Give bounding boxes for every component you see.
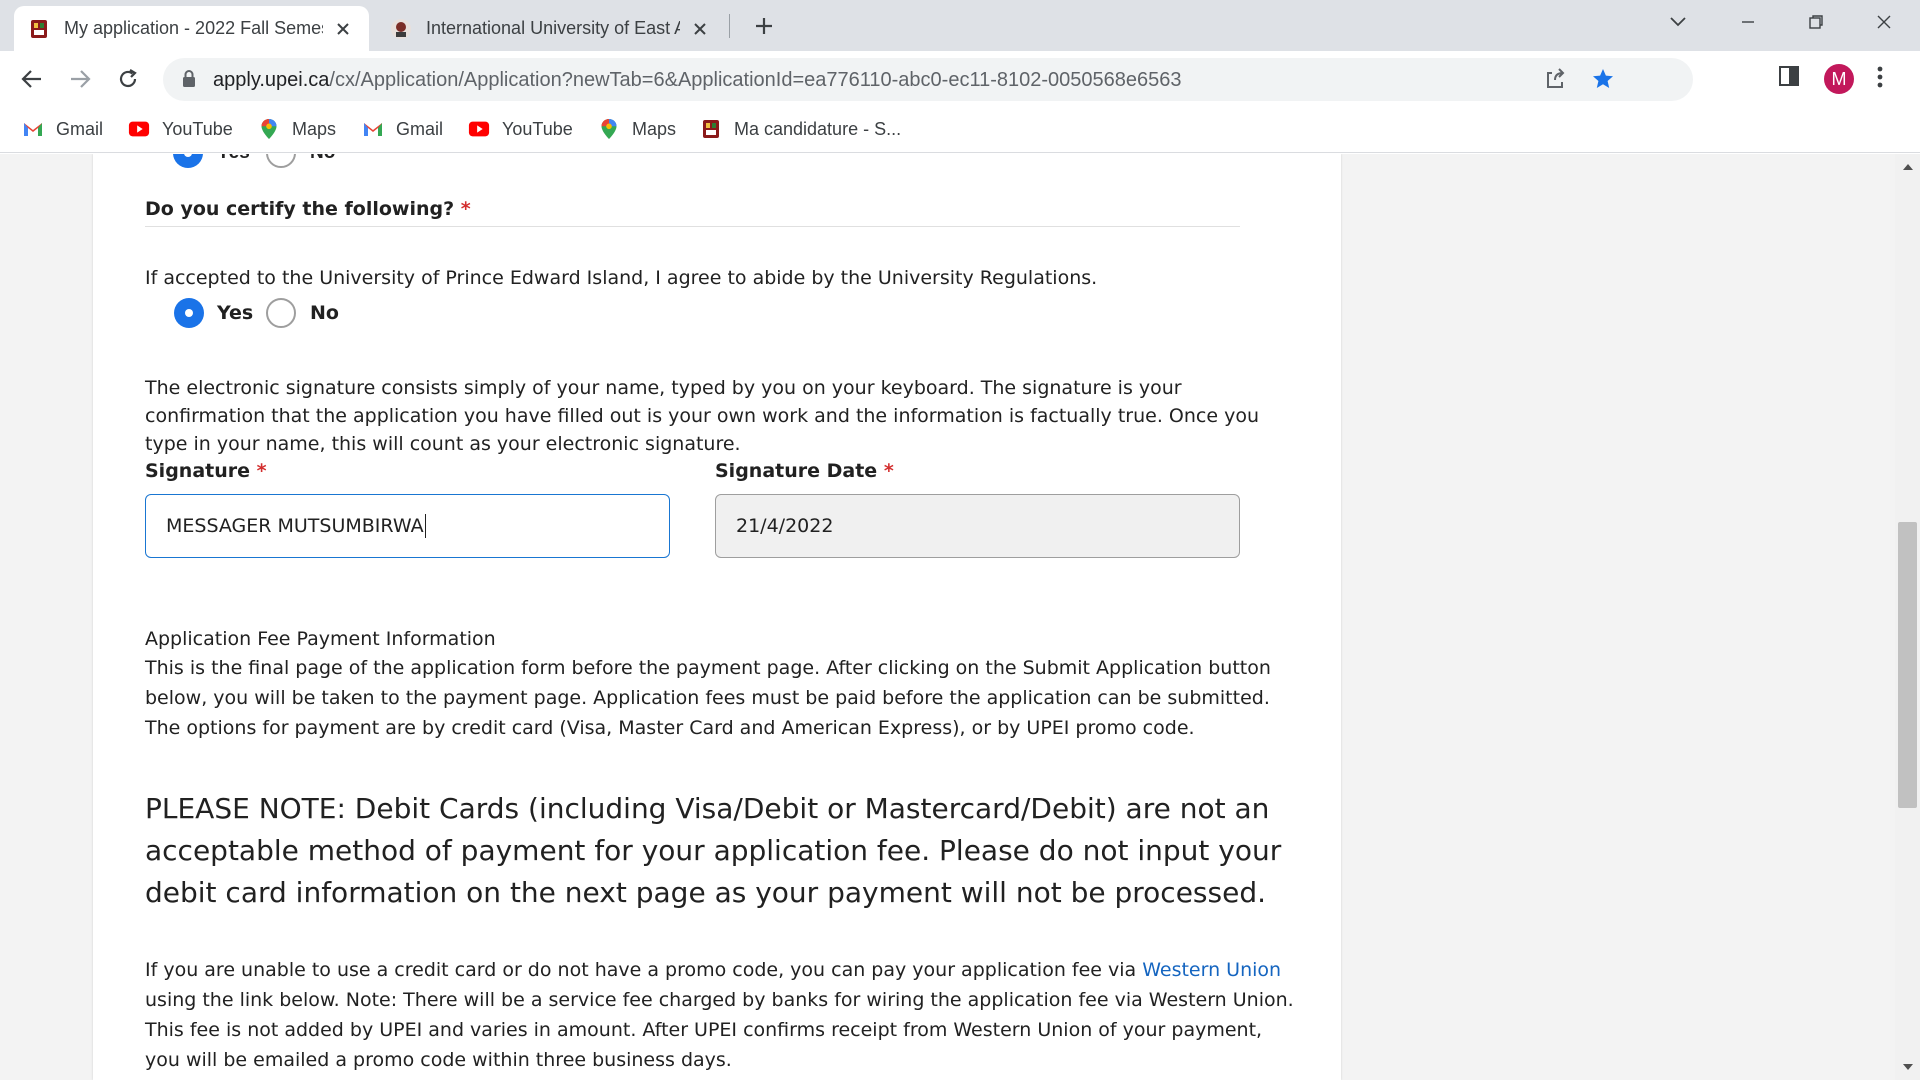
fee-body: This is the final page of the applicatio… <box>145 657 1271 739</box>
minimize-button[interactable] <box>1726 6 1770 38</box>
signature-description: The electronic signature consists simply… <box>145 377 1259 455</box>
signature-date-label-text: Signature Date <box>715 460 878 482</box>
bookmark-label: Maps <box>292 118 337 139</box>
western-union-link[interactable]: Western Union <box>1142 959 1281 981</box>
form-card <box>93 154 1341 1080</box>
bookmark-label: Gmail <box>56 118 104 139</box>
close-icon <box>1877 15 1891 29</box>
signature-date-field: 21/4/2022 <box>715 494 1240 558</box>
reload-icon <box>119 69 137 88</box>
bookmark-label: YouTube <box>502 118 573 139</box>
more-menu-icon[interactable] <box>1876 65 1884 94</box>
required-asterisk: * <box>460 198 471 220</box>
chevron-down-icon <box>1670 17 1686 27</box>
bookmark-youtube[interactable]: YouTube <box>128 116 233 142</box>
side-panel-icon[interactable] <box>1778 65 1800 92</box>
page-scrollbar[interactable] <box>1895 154 1920 1080</box>
page-viewport: Yes No Do you certify the following? * I… <box>0 154 1920 1080</box>
lock-icon[interactable] <box>181 69 197 94</box>
scrollbar-thumb[interactable] <box>1898 522 1917 808</box>
bookmark-label: Maps <box>632 118 677 139</box>
restore-icon <box>1809 15 1823 29</box>
tab-title: International University of East Af <box>426 18 680 38</box>
bookmark-label: Ma candidature - S... <box>734 118 902 139</box>
tab-international-university[interactable]: International University of East Af <box>376 6 726 51</box>
western-union-paragraph: If you are unable to use a credit card o… <box>145 955 1295 1075</box>
close-tab-icon[interactable] <box>331 17 355 41</box>
certify-title-text: Do you certify the following? <box>145 198 455 220</box>
signature-input-value: MESSAGER MUTSUMBIRWA <box>166 515 424 537</box>
bookmark-gmail[interactable]: Gmail <box>362 116 443 142</box>
forward-button[interactable] <box>64 63 96 95</box>
back-arrow-icon <box>21 70 41 88</box>
debit-card-warning: PLEASE NOTE: Debit Cards (including Visa… <box>145 792 1282 909</box>
bookmark-label: YouTube <box>162 118 233 139</box>
certify-question-title: Do you certify the following? * <box>145 198 471 220</box>
university-logo-icon <box>390 18 412 40</box>
signature-date-value: 21/4/2022 <box>736 515 834 537</box>
url-path: /cx/Application/Application?newTab=6&App… <box>329 69 1182 91</box>
scroll-down-arrow-icon[interactable] <box>1895 1060 1920 1074</box>
share-icon[interactable] <box>1543 67 1567 96</box>
new-tab-button[interactable] <box>748 10 780 42</box>
bookmark-ma-candidature[interactable]: Ma candidature - S... <box>700 116 901 142</box>
forward-arrow-icon <box>71 70 91 88</box>
address-bar[interactable]: apply.upei.ca/cx/Application/Application… <box>163 58 1693 101</box>
plus-icon <box>756 18 772 34</box>
fee-heading: Application Fee Payment Information <box>145 628 496 650</box>
close-tab-icon[interactable] <box>688 17 712 41</box>
section-divider <box>145 226 1240 227</box>
url-host: apply.upei.ca <box>213 69 330 91</box>
profile-avatar[interactable]: M <box>1824 64 1854 94</box>
bookmark-maps[interactable]: Maps <box>258 116 336 142</box>
bookmark-maps[interactable]: Maps <box>598 116 676 142</box>
certify-yes-label: Yes <box>217 302 254 324</box>
gmail-icon <box>22 118 44 140</box>
bookmark-star-icon[interactable] <box>1591 67 1615 96</box>
signature-label: Signature * <box>145 460 267 482</box>
upei-crest-icon <box>28 18 50 40</box>
bookmark-youtube[interactable]: YouTube <box>468 116 573 142</box>
tab-title: My application - 2022 Fall Semes <box>64 18 323 38</box>
bookmark-label: Gmail <box>396 118 444 139</box>
close-window-button[interactable] <box>1862 6 1906 38</box>
back-button[interactable] <box>16 63 48 95</box>
browser-toolbar: apply.upei.ca/cx/Application/Application… <box>0 51 1920 106</box>
certify-yes-radio[interactable] <box>174 298 204 328</box>
minimize-icon <box>1742 21 1754 23</box>
gmail-icon <box>362 118 384 140</box>
signature-date-label: Signature Date * <box>715 460 894 482</box>
tab-separator <box>729 14 730 38</box>
text-caret <box>424 514 426 538</box>
previous-no-label: No <box>310 154 335 164</box>
upei-crest-icon <box>700 118 722 140</box>
youtube-icon <box>128 118 150 140</box>
signature-label-text: Signature <box>145 460 251 482</box>
tab-my-application[interactable]: My application - 2022 Fall Semes <box>14 6 369 51</box>
previous-yes-label: Yes <box>217 154 250 164</box>
bookmark-gmail[interactable]: Gmail <box>22 116 103 142</box>
required-asterisk: * <box>883 460 894 482</box>
certify-no-label: No <box>310 302 339 324</box>
certify-statement: If accepted to the University of Prince … <box>145 267 1098 289</box>
certify-no-radio[interactable] <box>266 298 296 328</box>
scroll-up-arrow-icon[interactable] <box>1895 160 1920 174</box>
western-union-text-after: using the link below. Note: There will b… <box>145 989 1294 1071</box>
maps-icon <box>258 118 280 140</box>
restore-button[interactable] <box>1794 6 1838 38</box>
bookmarks-bar: Gmail YouTube Maps Gmail YouTube Maps Ma… <box>0 106 1920 153</box>
maps-icon <box>598 118 620 140</box>
tab-strip: My application - 2022 Fall Semes Interna… <box>0 0 1920 51</box>
signature-input[interactable]: MESSAGER MUTSUMBIRWA <box>145 494 670 558</box>
youtube-icon <box>468 118 490 140</box>
western-union-text-before: If you are unable to use a credit card o… <box>145 959 1143 981</box>
required-asterisk: * <box>256 460 267 482</box>
reload-button[interactable] <box>112 63 144 95</box>
url-text: apply.upei.ca/cx/Application/Application… <box>213 69 1182 92</box>
tab-search-button[interactable] <box>1656 6 1700 38</box>
